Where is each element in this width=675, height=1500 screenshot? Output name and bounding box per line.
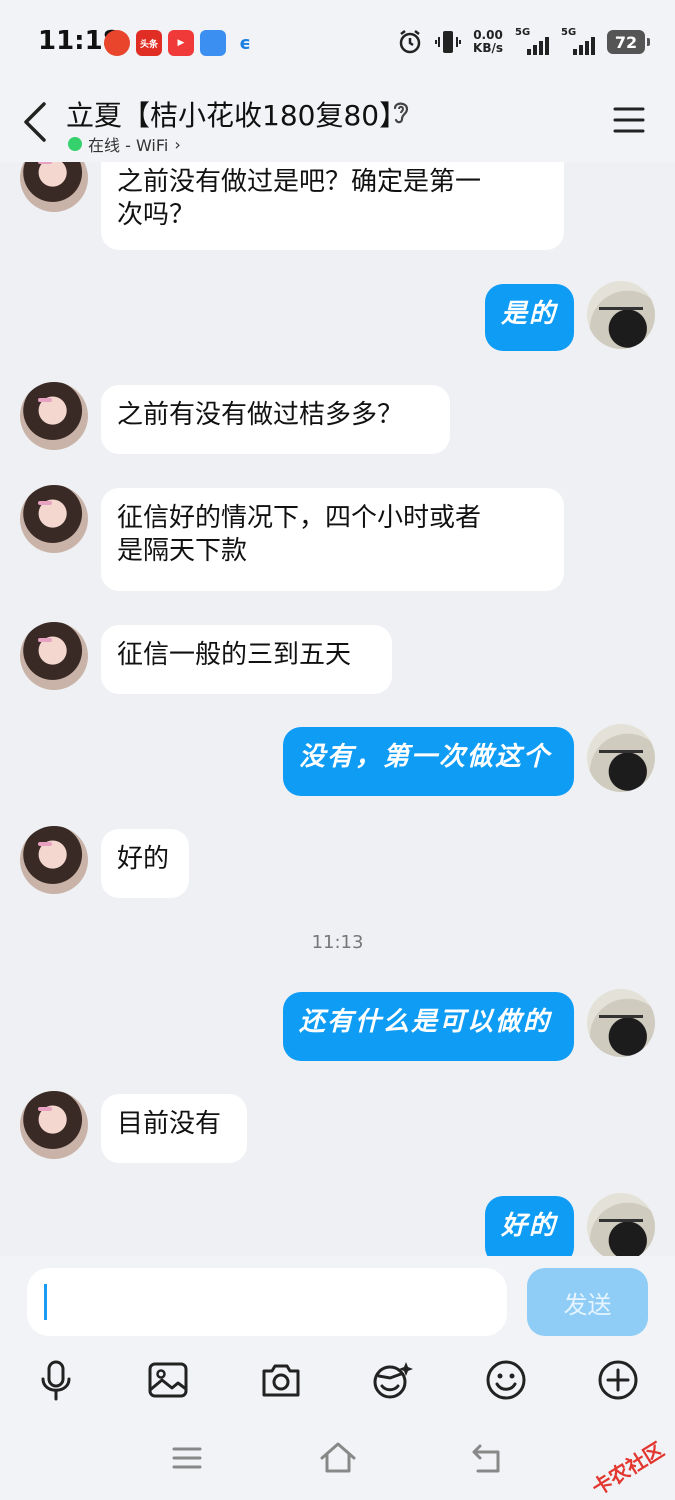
chat-screen: 11:18 头条 ▶ ϵ 0.00 KB/s 5G 5G 72 立夏【桔小花收1… xyxy=(0,0,675,1500)
input-toolbar xyxy=(0,1346,675,1420)
incoming-message[interactable]: 目前没有 xyxy=(101,1094,247,1163)
message-input[interactable] xyxy=(27,1268,507,1336)
signal-sim1-icon: 5G xyxy=(515,27,549,55)
outgoing-message[interactable]: 好的 xyxy=(485,1196,574,1256)
message-line: 是隔天下款 xyxy=(117,536,248,566)
online-status-text: 在线 - WiFi xyxy=(88,136,169,155)
vibrate-icon xyxy=(435,31,462,53)
emoji-icon[interactable] xyxy=(484,1358,528,1402)
contact-avatar[interactable] xyxy=(20,826,88,894)
back-nav-icon[interactable] xyxy=(468,1438,508,1478)
ear-icon[interactable] xyxy=(388,98,414,126)
notification-icons: 头条 ▶ ϵ xyxy=(104,30,258,56)
camera-icon[interactable] xyxy=(259,1358,303,1402)
message-line: 好的 xyxy=(117,844,170,874)
message-line: 没有，第一次做这个 xyxy=(299,742,552,772)
chevron-right-icon: › xyxy=(174,134,181,154)
recent-apps-icon[interactable] xyxy=(167,1438,207,1478)
online-dot xyxy=(68,137,82,151)
message-line: 之前有没有做过桔多多？ xyxy=(117,400,404,430)
my-avatar[interactable] xyxy=(587,281,655,349)
telecom-icon: ϵ xyxy=(239,32,251,54)
message-line: 还有什么是可以做的 xyxy=(299,1007,552,1037)
alarm-icon xyxy=(399,30,421,54)
outgoing-message[interactable]: 没有，第一次做这个 xyxy=(283,727,574,796)
contact-avatar[interactable] xyxy=(20,162,88,212)
message-line: 是的 xyxy=(501,299,558,329)
system-nav-bar: 卡农社区 xyxy=(0,1420,675,1500)
signal-sim2-icon: 5G xyxy=(561,27,595,55)
contact-avatar[interactable] xyxy=(20,622,88,690)
my-avatar[interactable] xyxy=(587,989,655,1057)
send-button[interactable]: 发送 xyxy=(527,1268,648,1336)
contact-avatar[interactable] xyxy=(20,485,88,553)
chat-header: 立夏【桔小花收180复80】 在线 - WiFi › xyxy=(0,86,675,162)
home-icon[interactable] xyxy=(318,1438,358,1478)
menu-button[interactable] xyxy=(613,106,645,134)
incoming-message[interactable]: 好的 xyxy=(101,829,189,898)
time-separator: 11:13 xyxy=(311,932,364,953)
message-line: 征信一般的三到五天 xyxy=(117,640,352,670)
message-line: 好的 xyxy=(501,1211,558,1241)
message-list[interactable]: 之前没有做过是吧？确定是第一 次吗？ 是的 之前有没有做过桔多多？ 征信好的情况… xyxy=(0,162,675,1256)
outgoing-message[interactable]: 是的 xyxy=(485,284,574,351)
microphone-icon[interactable] xyxy=(34,1358,78,1402)
incoming-message[interactable]: 之前没有做过是吧？确定是第一 次吗？ xyxy=(101,162,564,250)
toutiao-icon: 头条 xyxy=(136,30,162,56)
status-bar: 11:18 头条 ▶ ϵ 0.00 KB/s 5G 5G 72 xyxy=(0,0,675,86)
chat-title[interactable]: 立夏【桔小花收180复80】 xyxy=(66,94,407,134)
sticker-icon[interactable] xyxy=(370,1358,414,1402)
app-icon-red xyxy=(104,30,130,56)
battery-level: 72 xyxy=(614,32,638,52)
watermark: 卡农社区 xyxy=(587,1437,669,1500)
toutiao-icon-text: 头条 xyxy=(139,39,158,50)
outgoing-message[interactable]: 还有什么是可以做的 xyxy=(283,992,574,1061)
my-avatar[interactable] xyxy=(587,1193,655,1256)
message-line: 次吗？ xyxy=(117,200,196,230)
network-speed: 0.00 KB/s xyxy=(473,29,503,55)
incoming-message[interactable]: 之前有没有做过桔多多？ xyxy=(101,385,450,454)
incoming-message[interactable]: 征信一般的三到五天 xyxy=(101,625,392,694)
plus-icon[interactable] xyxy=(596,1358,640,1402)
blue-app-icon xyxy=(200,30,226,56)
message-line: 目前没有 xyxy=(117,1109,222,1139)
my-avatar[interactable] xyxy=(587,724,655,792)
incoming-message[interactable]: 征信好的情况下，四个小时或者 是隔天下款 xyxy=(101,488,564,591)
online-status[interactable]: 在线 - WiFi › xyxy=(68,132,181,156)
image-icon[interactable] xyxy=(146,1358,190,1402)
battery-icon: 72 xyxy=(607,30,650,54)
contact-avatar[interactable] xyxy=(20,382,88,450)
contact-avatar[interactable] xyxy=(20,1091,88,1159)
text-caret xyxy=(44,1284,47,1320)
back-button[interactable] xyxy=(16,96,56,148)
video-app-icon: ▶ xyxy=(168,30,194,56)
status-right: 0.00 KB/s 5G 5G 72 xyxy=(397,27,650,56)
message-line: 之前没有做过是吧？确定是第一 xyxy=(117,167,482,197)
network-speed-unit: KB/s xyxy=(473,41,503,55)
message-line: 征信好的情况下，四个小时或者 xyxy=(117,503,482,533)
input-area: 发送 xyxy=(0,1256,675,1346)
